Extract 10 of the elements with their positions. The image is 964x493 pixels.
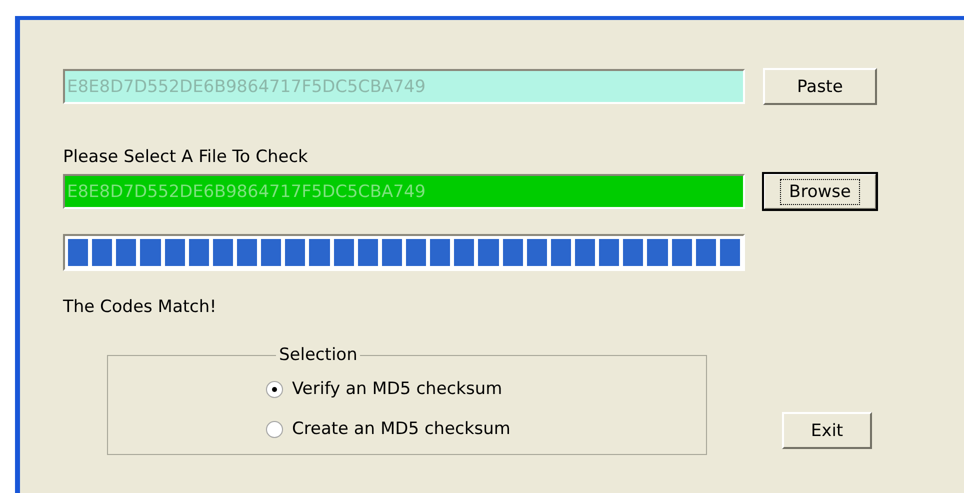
group-title: Selection: [278, 345, 358, 365]
status-text: The Codes Match!: [63, 297, 218, 317]
paste-button[interactable]: Paste: [763, 68, 877, 105]
browse-button[interactable]: Browse: [763, 173, 877, 210]
radio-label[interactable]: Verify an MD5 checksum: [292, 379, 502, 399]
radio-label[interactable]: Create an MD5 checksum: [292, 419, 510, 439]
radio-button[interactable]: [266, 380, 283, 398]
file-label: Please Select A File To Check: [63, 147, 309, 167]
radio-button[interactable]: [266, 420, 283, 438]
exit-button[interactable]: Exit: [782, 412, 872, 449]
